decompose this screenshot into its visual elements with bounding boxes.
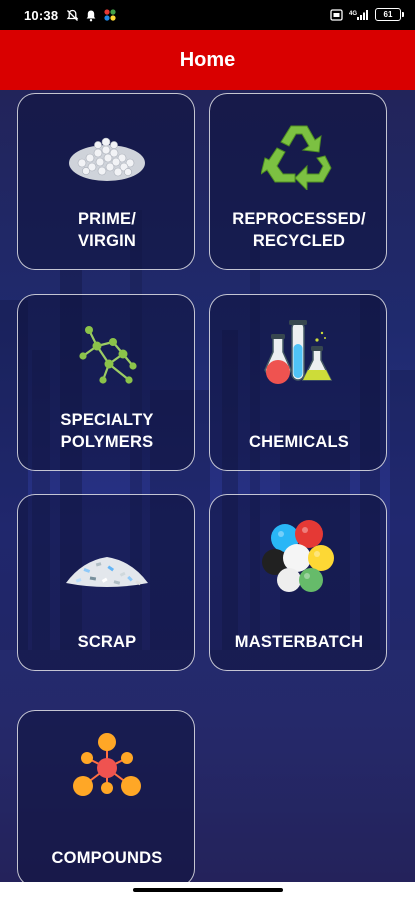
masterbatch-icon <box>210 513 388 599</box>
tile-label: MASTERBATCH <box>234 633 364 651</box>
category-tile-reprocessed-recycled[interactable]: REPROCESSED/ RECYCLED <box>209 93 387 270</box>
pellets-icon <box>18 112 196 198</box>
category-tile-prime-virgin[interactable]: PRIME/ VIRGIN <box>17 93 195 270</box>
category-tile-specialty-polymers[interactable]: SPECIALTY POLYMERS <box>17 294 195 471</box>
tile-label: PRIME/ VIRGIN <box>77 210 137 250</box>
recycle-icon <box>210 112 388 198</box>
home-gesture-handle[interactable] <box>133 888 283 892</box>
flasks-icon <box>210 313 388 399</box>
scrap-icon <box>18 525 196 611</box>
status-time: 10:38 <box>24 8 59 23</box>
status-system-icons: 4G 61 <box>330 8 404 21</box>
category-tile-chemicals[interactable]: CHEMICALS <box>209 294 387 471</box>
tile-label: SCRAP <box>77 633 137 651</box>
battery-level: 61 <box>383 10 393 19</box>
page-title: Home <box>179 48 236 71</box>
bell-off-icon <box>66 9 79 21</box>
tile-label: SPECIALTY POLYMERS <box>60 411 154 451</box>
tile-label: COMPOUNDS <box>51 849 163 867</box>
category-grid: PRIME/ VIRGIN REPROCESSED/ RECYCLED SPEC… <box>0 90 415 882</box>
sim-icon <box>330 8 343 21</box>
app-logo-icon <box>104 9 116 21</box>
compounds-icon <box>18 725 196 811</box>
signal-icon: 4G <box>349 9 368 20</box>
category-tile-scrap[interactable]: SCRAP <box>17 494 195 671</box>
status-bar: 10:38 4G 61 <box>0 0 415 30</box>
status-notification-icons <box>66 8 117 22</box>
category-tile-compounds[interactable]: COMPOUNDS <box>17 710 195 882</box>
tile-label: REPROCESSED/ RECYCLED <box>232 210 366 250</box>
bell-icon <box>86 10 96 21</box>
category-tile-masterbatch[interactable]: MASTERBATCH <box>209 494 387 671</box>
navigation-bar <box>0 882 415 900</box>
battery-icon: 61 <box>375 8 404 21</box>
app-bar: Home <box>0 30 415 90</box>
tile-label: CHEMICALS <box>249 433 349 451</box>
molecule-icon <box>18 313 196 399</box>
svg-text:4G: 4G <box>349 11 357 17</box>
